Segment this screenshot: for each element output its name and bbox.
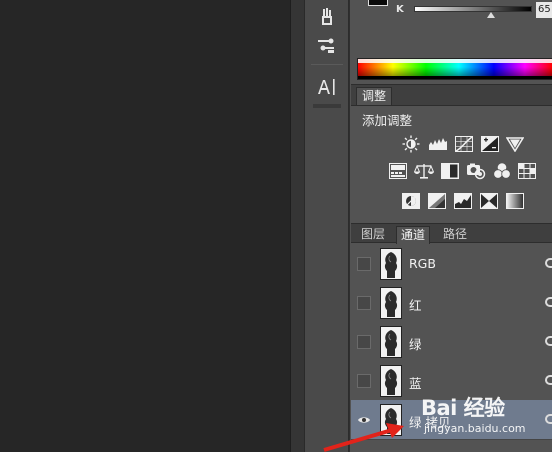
invert-icon[interactable] — [401, 192, 421, 210]
k-channel-label: K — [396, 4, 404, 15]
threshold-icon[interactable] — [453, 192, 473, 210]
foreground-color-swatch[interactable] — [368, 0, 388, 6]
channel-thumbnail — [380, 326, 402, 358]
tab-paths[interactable]: 路径 — [439, 226, 471, 244]
channel-name: 绿 — [409, 337, 422, 352]
channel-thumbnail — [380, 287, 402, 319]
vibrance-icon[interactable] — [505, 135, 525, 153]
visibility-toggle[interactable] — [357, 257, 371, 271]
channel-thumbnail — [380, 248, 402, 280]
posterize-icon[interactable] — [427, 192, 447, 210]
tab-layers[interactable]: 图层 — [357, 226, 389, 244]
canvas-scroll-edge — [290, 0, 304, 452]
channel-row-edge — [545, 336, 552, 346]
panel-icon-strip — [304, 0, 349, 452]
brightness-contrast-icon[interactable] — [401, 135, 421, 153]
channel-row-edge — [545, 375, 552, 385]
document-canvas[interactable] — [0, 0, 290, 452]
watermark-site: jingyan.baidu.com — [424, 422, 526, 435]
adjustments-title: 添加调整 — [362, 113, 413, 128]
photo-filter-icon[interactable] — [466, 162, 486, 180]
character-panel-icon[interactable] — [313, 74, 341, 100]
right-panel: K 65 调整 添加调整 图层 通道 路径 RGB 红 绿 蓝 绿 拷贝 — [349, 0, 552, 452]
clone-source-icon[interactable] — [313, 32, 341, 58]
toolbar-separator — [311, 64, 343, 65]
k-slider-track[interactable] — [414, 6, 532, 12]
color-balance-icon[interactable] — [414, 162, 434, 180]
curves-icon[interactable] — [454, 135, 474, 153]
channel-row-green[interactable]: 绿 — [351, 322, 552, 362]
levels-icon[interactable] — [428, 135, 448, 153]
channel-name: RGB — [409, 256, 436, 271]
channel-row-edge — [545, 258, 552, 268]
channel-row-red[interactable]: 红 — [351, 283, 552, 323]
channel-row-rgb[interactable]: RGB — [351, 244, 552, 284]
exposure-icon[interactable] — [480, 135, 500, 153]
brush-presets-icon[interactable] — [313, 4, 341, 30]
visibility-toggle[interactable] — [357, 335, 371, 349]
color-lookup-icon[interactable] — [517, 162, 537, 180]
black-white-icon[interactable] — [440, 162, 460, 180]
baidu-jingyan-watermark: Bai 经验 jingyan.baidu.com — [421, 392, 552, 442]
visibility-toggle[interactable] — [357, 296, 371, 310]
panel-dock-grip[interactable] — [313, 104, 341, 108]
channel-row-edge — [545, 297, 552, 307]
k-slider-thumb[interactable] — [487, 12, 495, 18]
selective-color-icon[interactable] — [479, 192, 499, 210]
k-value-field[interactable]: 65 — [536, 2, 552, 18]
watermark-brand: Bai 经验 — [421, 396, 505, 420]
adjustments-panel-header: 调整 — [351, 84, 552, 106]
channel-name: 红 — [409, 298, 422, 313]
annotation-arrow-icon — [323, 423, 404, 452]
tab-adjustments[interactable]: 调整 — [356, 87, 393, 105]
visibility-toggle[interactable] — [357, 374, 371, 388]
hue-saturation-icon[interactable] — [388, 162, 408, 180]
channel-mixer-icon[interactable] — [492, 162, 512, 180]
tab-channels[interactable]: 通道 — [396, 226, 431, 244]
channel-thumbnail — [380, 365, 402, 397]
channel-name: 蓝 — [409, 376, 422, 391]
gradient-map-icon[interactable] — [505, 192, 525, 210]
layers-panel-tabs: 图层 通道 路径 — [351, 223, 552, 244]
color-spectrum-ramp[interactable] — [357, 58, 552, 80]
